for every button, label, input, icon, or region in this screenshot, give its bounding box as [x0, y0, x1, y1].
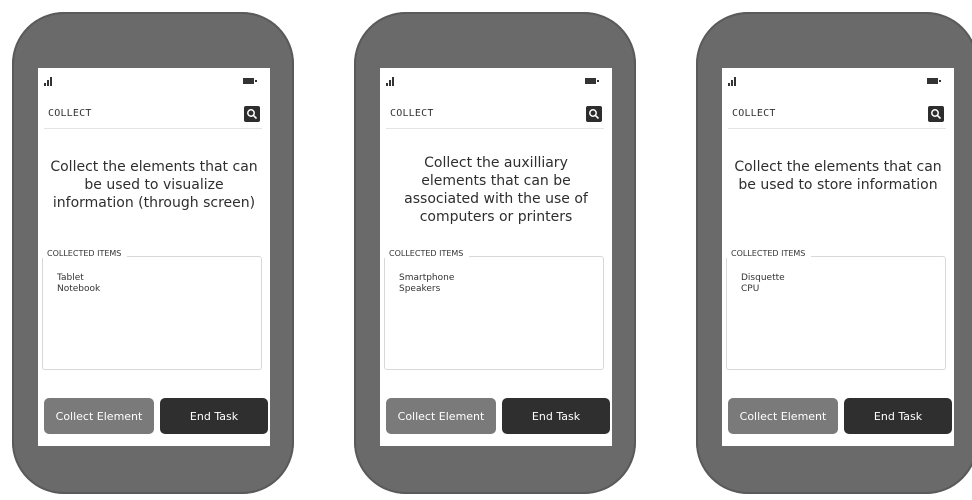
collect-header: COLLECT — [386, 100, 604, 129]
collect-label: COLLECT — [390, 108, 434, 119]
list-item: CPU — [741, 284, 760, 294]
end-task-button[interactable]: End Task — [502, 398, 610, 434]
task-instruction: Collect the elements that can be used to… — [734, 159, 942, 193]
collected-items-box: COLLECTED ITEMS Tablet Notebook — [41, 249, 262, 370]
list-item: Speakers — [399, 284, 441, 294]
signal-icon — [728, 76, 742, 86]
task-instruction: Collect the auxilliary elements that can… — [404, 155, 588, 225]
search-icon[interactable] — [244, 106, 260, 122]
collected-items-title: COLLECTED ITEMS — [41, 249, 128, 258]
phone-mockup-2: COLLECT Collect the auxilliary elements … — [354, 12, 636, 494]
collect-label: COLLECT — [732, 108, 776, 119]
list-item: Tablet — [57, 273, 84, 283]
collect-label: COLLECT — [48, 108, 92, 119]
search-icon[interactable] — [928, 106, 944, 122]
list-item: Notebook — [57, 284, 101, 294]
collect-header: COLLECT — [44, 100, 262, 129]
list-item: Smartphone — [399, 273, 455, 283]
phone-mockup-3: COLLECT Collect the elements that can be… — [696, 12, 972, 494]
end-task-button[interactable]: End Task — [844, 398, 952, 434]
phone-screen: COLLECT Collect the elements that can be… — [722, 68, 954, 446]
signal-icon — [44, 76, 58, 86]
collect-element-button[interactable]: Collect Element — [44, 398, 154, 434]
signal-icon — [386, 76, 400, 86]
end-task-button[interactable]: End Task — [160, 398, 268, 434]
collected-items-box: COLLECTED ITEMS Smartphone Speakers — [383, 249, 604, 370]
task-instruction: Collect the elements that can be used to… — [50, 159, 258, 211]
phone-mockup-1: COLLECT Collect the elements that can be… — [12, 12, 294, 494]
collected-items-box: COLLECTED ITEMS Disquette CPU — [725, 249, 946, 370]
search-icon[interactable] — [586, 106, 602, 122]
collected-items-list: Disquette CPU — [741, 273, 785, 295]
status-bar — [38, 68, 270, 94]
status-bar — [722, 68, 954, 94]
collect-element-button[interactable]: Collect Element — [728, 398, 838, 434]
battery-icon — [243, 78, 257, 84]
phone-screen: COLLECT Collect the auxilliary elements … — [380, 68, 612, 446]
phone-screen: COLLECT Collect the elements that can be… — [38, 68, 270, 446]
collected-items-list: Tablet Notebook — [57, 273, 100, 295]
collected-items-list: Smartphone Speakers — [399, 273, 454, 295]
collect-element-button[interactable]: Collect Element — [386, 398, 496, 434]
list-item: Disquette — [741, 273, 785, 283]
battery-icon — [585, 78, 599, 84]
battery-icon — [927, 78, 941, 84]
collected-items-title: COLLECTED ITEMS — [383, 249, 470, 258]
status-bar — [380, 68, 612, 94]
collect-header: COLLECT — [728, 100, 946, 129]
collected-items-title: COLLECTED ITEMS — [725, 249, 812, 258]
